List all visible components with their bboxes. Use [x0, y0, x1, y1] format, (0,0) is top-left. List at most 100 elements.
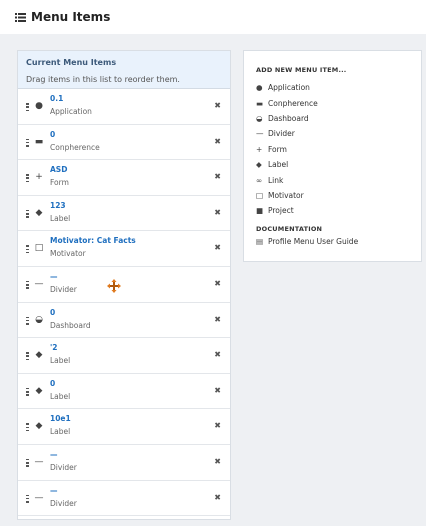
menu-item-row[interactable]: + ASD Form ✖ — [18, 160, 230, 196]
menu-item-name[interactable]: — — [50, 272, 58, 282]
remove-icon[interactable]: ✖ — [214, 386, 221, 396]
page-header: Menu Items — [0, 0, 426, 34]
plus-icon: + — [35, 172, 43, 183]
add-item-conpherence[interactable]: ▬ Conpherence — [256, 95, 409, 110]
remove-icon[interactable]: ✖ — [214, 350, 221, 360]
drag-handle-icon[interactable] — [26, 458, 29, 467]
menu-item-row[interactable]: — — Divider ✖ — [18, 267, 230, 303]
add-item-dashboard[interactable]: ◒ Dashboard — [256, 111, 409, 126]
add-item-label: Project — [268, 206, 294, 216]
add-item-motivator[interactable]: □ Motivator — [256, 188, 409, 203]
drag-handle-icon[interactable] — [26, 245, 29, 254]
tag-icon: ◆ — [35, 421, 43, 432]
add-item-label: Application — [268, 83, 310, 93]
menu-item-type: Label — [50, 213, 71, 223]
add-item-label: Divider — [268, 129, 295, 139]
menu-item-row[interactable]: ◆ '2 Label ✖ — [18, 338, 230, 374]
menu-item-row[interactable]: ● 0.1 Application ✖ — [18, 89, 230, 125]
add-menu-item-panel: ADD NEW MENU ITEM... ● Application ▬ Conphe… — [243, 50, 422, 262]
list-icon — [15, 12, 26, 22]
add-item-label[interactable]: ◆ Label — [256, 157, 409, 172]
remove-icon[interactable]: ✖ — [214, 315, 221, 325]
move-cursor-icon — [107, 279, 121, 293]
remove-icon[interactable]: ✖ — [214, 279, 221, 289]
drag-handle-icon[interactable] — [26, 209, 29, 218]
menu-item-name[interactable]: — — [50, 450, 58, 460]
add-item-divider[interactable]: — Divider — [256, 126, 409, 141]
menu-item-name[interactable]: 0 — [50, 379, 55, 389]
menu-item-name[interactable]: Motivator: Cat Facts — [50, 236, 136, 246]
menu-item-name[interactable]: 10e1 — [50, 414, 71, 424]
menu-item-name[interactable]: 123 — [50, 201, 66, 211]
remove-icon[interactable]: ✖ — [214, 172, 221, 182]
minus-icon: — — [34, 278, 44, 289]
drag-handle-icon[interactable] — [26, 103, 29, 111]
drag-handle-icon[interactable] — [26, 316, 29, 325]
dashboard-icon: ◒ — [256, 113, 263, 123]
add-item-label: Label — [268, 160, 289, 170]
menu-item-name[interactable]: — — [50, 486, 58, 496]
minus-icon: — — [34, 492, 44, 503]
add-item-application[interactable]: ● Application — [256, 80, 409, 95]
menu-item-row[interactable]: ◆ 123 Label ✖ — [18, 196, 230, 232]
menu-item-row[interactable]: ◆ 0 Label ✖ — [18, 374, 230, 410]
comments-icon: ▬ — [34, 136, 44, 147]
comments-icon: ▬ — [256, 98, 264, 108]
menu-item-row[interactable]: ◒ 0 Dashboard ✖ — [18, 303, 230, 339]
remove-icon[interactable]: ✖ — [214, 421, 221, 431]
add-item-project[interactable]: ■ Project — [256, 203, 409, 218]
add-item-label: Conpherence — [268, 98, 318, 108]
add-item-label: Link — [268, 175, 284, 185]
globe-icon: ● — [256, 83, 263, 93]
menu-item-type: Form — [50, 178, 69, 188]
add-item-label: Form — [268, 144, 287, 154]
tag-icon: ◆ — [256, 160, 262, 170]
menu-item-name[interactable]: 0 — [50, 130, 55, 140]
menu-item-row[interactable]: ◆ 10e1 Label ✖ — [18, 409, 230, 445]
laptop-icon: □ — [34, 243, 44, 254]
panel-title: Current Menu Items — [26, 58, 117, 67]
current-menu-items-panel: Current Menu Items Drag items in this li… — [17, 50, 231, 520]
remove-icon[interactable]: ✖ — [214, 457, 221, 467]
menu-item-name[interactable]: '2 — [50, 343, 58, 353]
drag-handle-icon[interactable] — [26, 280, 29, 289]
menu-item-name[interactable]: 0 — [50, 308, 55, 318]
menu-item-row[interactable]: — — Divider ✖ — [18, 445, 230, 481]
profile-menu-user-guide-link[interactable]: ▤ Profile Menu User Guide — [256, 234, 409, 250]
menu-item-type: Conpherence — [50, 142, 100, 152]
doc-link-label: Profile Menu User Guide — [268, 237, 359, 247]
drag-handle-icon[interactable] — [26, 352, 29, 361]
menu-item-type: Label — [50, 427, 71, 437]
laptop-icon: □ — [256, 190, 264, 200]
plus-icon: + — [256, 144, 263, 154]
remove-icon[interactable]: ✖ — [214, 493, 221, 503]
menu-item-list: ● 0.1 Application ✖ ▬ 0 Conpherence ✖ + ASD Form ✖ ◆… — [18, 89, 230, 517]
remove-icon[interactable]: ✖ — [214, 243, 221, 253]
menu-item-name[interactable]: 0.1 — [50, 94, 63, 104]
menu-item-type: Label — [50, 356, 71, 366]
panel-hint: Drag items in this list to reorder them. — [26, 75, 180, 84]
remove-icon[interactable]: ✖ — [214, 137, 221, 147]
add-item-link[interactable]: ∞ Link — [256, 172, 409, 187]
drag-handle-icon[interactable] — [26, 138, 29, 147]
menu-item-row[interactable]: ▬ 0 Conpherence ✖ — [18, 125, 230, 161]
tag-icon: ◆ — [35, 385, 43, 396]
add-item-label: Motivator — [268, 190, 304, 200]
menu-item-row[interactable]: — — Divider ✖ — [18, 481, 230, 517]
add-item-form[interactable]: + Form — [256, 142, 409, 157]
add-new-menu-item-heading: ADD NEW MENU ITEM... — [256, 66, 347, 74]
menu-item-type: Motivator — [50, 249, 86, 259]
remove-icon[interactable]: ✖ — [214, 101, 221, 111]
drag-handle-icon[interactable] — [26, 387, 29, 396]
drag-handle-icon[interactable] — [26, 423, 29, 432]
remove-icon[interactable]: ✖ — [214, 208, 221, 218]
link-icon: ∞ — [256, 175, 263, 185]
menu-item-name[interactable]: ASD — [50, 165, 67, 175]
menu-item-row[interactable]: □ Motivator: Cat Facts Motivator ✖ — [18, 231, 230, 267]
menu-item-type: Application — [50, 107, 92, 116]
menu-item-type: Divider — [50, 498, 77, 508]
page-title: Menu Items — [31, 10, 111, 24]
drag-handle-icon[interactable] — [26, 174, 29, 183]
book-icon: ▤ — [256, 237, 264, 247]
drag-handle-icon[interactable] — [26, 494, 29, 503]
